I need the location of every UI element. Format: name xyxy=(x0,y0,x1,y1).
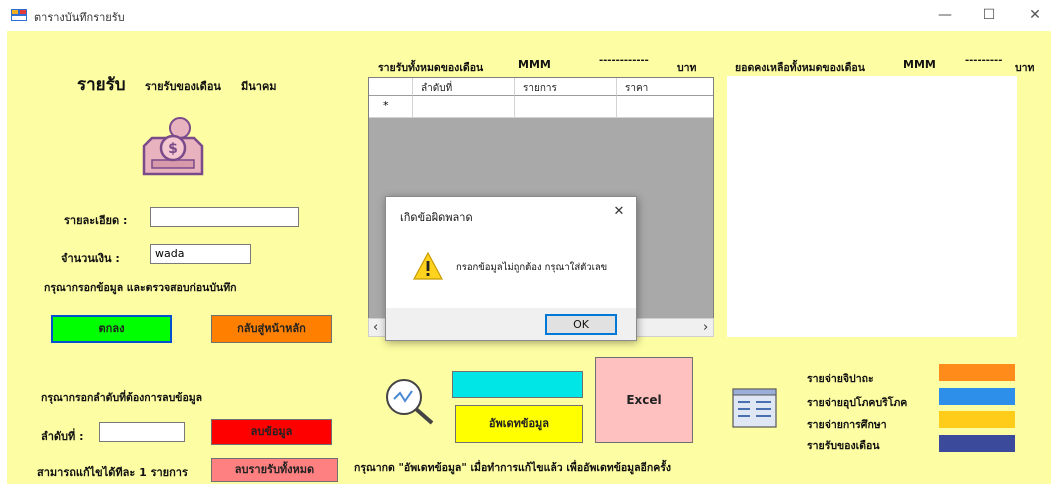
grid-currency: บาท xyxy=(677,62,697,74)
window-title: ตารางบันทึกรายรับ xyxy=(34,11,125,24)
grid-column-header[interactable]: ลำดับที่ xyxy=(413,78,515,96)
error-message-dialog: เกิดข้อผิดพลาด ✕ กรอกข้อมูลไม่ถูกต้อง กร… xyxy=(385,196,637,341)
amount-input[interactable]: wada xyxy=(150,244,251,264)
month-label: รายรับของเดือน xyxy=(145,80,221,93)
minimize-button[interactable]: — xyxy=(922,0,968,31)
grid-cell[interactable] xyxy=(617,96,713,118)
back-home-button[interactable]: กลับสู่หน้าหลัก xyxy=(211,315,332,343)
balance-title: ยอดคงเหลือทั้งหมดของเดือน xyxy=(735,62,865,74)
grid-month-code: MMM xyxy=(518,58,551,71)
index-label: ลำดับที่ : xyxy=(41,430,84,443)
maximize-button[interactable]: ☐ xyxy=(966,0,1012,31)
dialog-message: กรอกข้อมูลไม่ถูกต้อง กรุณาใส่ตัวเลข xyxy=(456,262,608,273)
grid-column-header[interactable]: รายการ xyxy=(515,78,617,96)
legend-label: รายจ่ายจิปาถะ xyxy=(807,373,874,385)
income-heading: รายรับ xyxy=(77,75,126,95)
edit-note: สามารถแก้ไขได้ทีละ 1 รายการ xyxy=(37,466,188,479)
grid-total-value: ------------ xyxy=(599,55,649,66)
grid-title: รายรับทั้งหมดของเดือน xyxy=(378,62,484,74)
document-list-icon xyxy=(732,388,777,428)
grid-corner-header xyxy=(369,78,413,96)
legend-swatch-consumer xyxy=(939,388,1015,405)
legend-swatch-income xyxy=(939,435,1015,452)
amount-label: จำนวนเงิน : xyxy=(61,252,120,265)
close-button[interactable]: ✕ xyxy=(1012,0,1058,31)
balance-list-panel[interactable] xyxy=(727,76,1017,337)
input-hint: กรุณากรอกข้อมูล และตรวจสอบก่อนบันทึก xyxy=(44,282,237,294)
warning-icon xyxy=(412,251,444,280)
delete-all-button[interactable]: ลบรายรับทั้งหมด xyxy=(211,458,338,482)
money-box-icon: $ xyxy=(142,117,204,176)
balance-month-code: MMM xyxy=(903,58,936,71)
update-data-button[interactable]: อัพเดทข้อมูล xyxy=(455,405,583,443)
svg-text:$: $ xyxy=(168,141,178,157)
cyan-action-button[interactable] xyxy=(452,371,583,398)
ok-button[interactable]: ตกลง xyxy=(51,315,172,343)
search-magnifier-icon xyxy=(386,379,434,425)
legend-swatch-education xyxy=(939,411,1015,428)
delete-button[interactable]: ลบข้อมูล xyxy=(211,419,332,445)
title-bar: ตารางบันทึกรายรับ — ☐ ✕ xyxy=(0,0,1058,31)
scroll-right-icon[interactable]: › xyxy=(703,320,708,335)
dialog-body: เกิดข้อผิดพลาด ✕ กรอกข้อมูลไม่ถูกต้อง กร… xyxy=(386,197,636,308)
grid-column-header[interactable]: ราคา xyxy=(617,78,713,96)
legend-label: รายจ่ายอุปโภคบริโภค xyxy=(807,397,908,409)
dialog-close-button[interactable]: ✕ xyxy=(608,202,630,222)
grid-cell[interactable] xyxy=(515,96,617,118)
legend-label: รายจ่ายการศึกษา xyxy=(807,419,887,431)
dialog-ok-button[interactable]: OK xyxy=(545,314,617,335)
delete-prompt: กรุณากรอกลำดับที่ต้องการลบข้อมูล xyxy=(41,392,203,404)
legend-swatch-misc xyxy=(939,364,1015,381)
excel-export-button[interactable]: Excel xyxy=(595,357,693,443)
scroll-left-icon[interactable]: ‹ xyxy=(373,320,378,335)
new-row-marker: * xyxy=(369,96,413,118)
balance-currency: บาท xyxy=(1015,62,1035,74)
detail-input[interactable] xyxy=(150,207,299,227)
detail-label: รายละเอียด : xyxy=(64,214,128,227)
month-value: มีนาคม xyxy=(241,80,277,93)
grid-cell[interactable] xyxy=(413,96,515,118)
app-icon xyxy=(11,9,27,21)
update-footer-note: กรุณากด "อัพเดทข้อมูล" เมื่อทำการแก้ไขแล… xyxy=(354,462,671,474)
balance-total-value: --------- xyxy=(965,55,1003,66)
dialog-title: เกิดข้อผิดพลาด xyxy=(400,211,473,224)
index-input[interactable] xyxy=(99,422,185,442)
legend-label: รายรับของเดือน xyxy=(807,440,880,452)
